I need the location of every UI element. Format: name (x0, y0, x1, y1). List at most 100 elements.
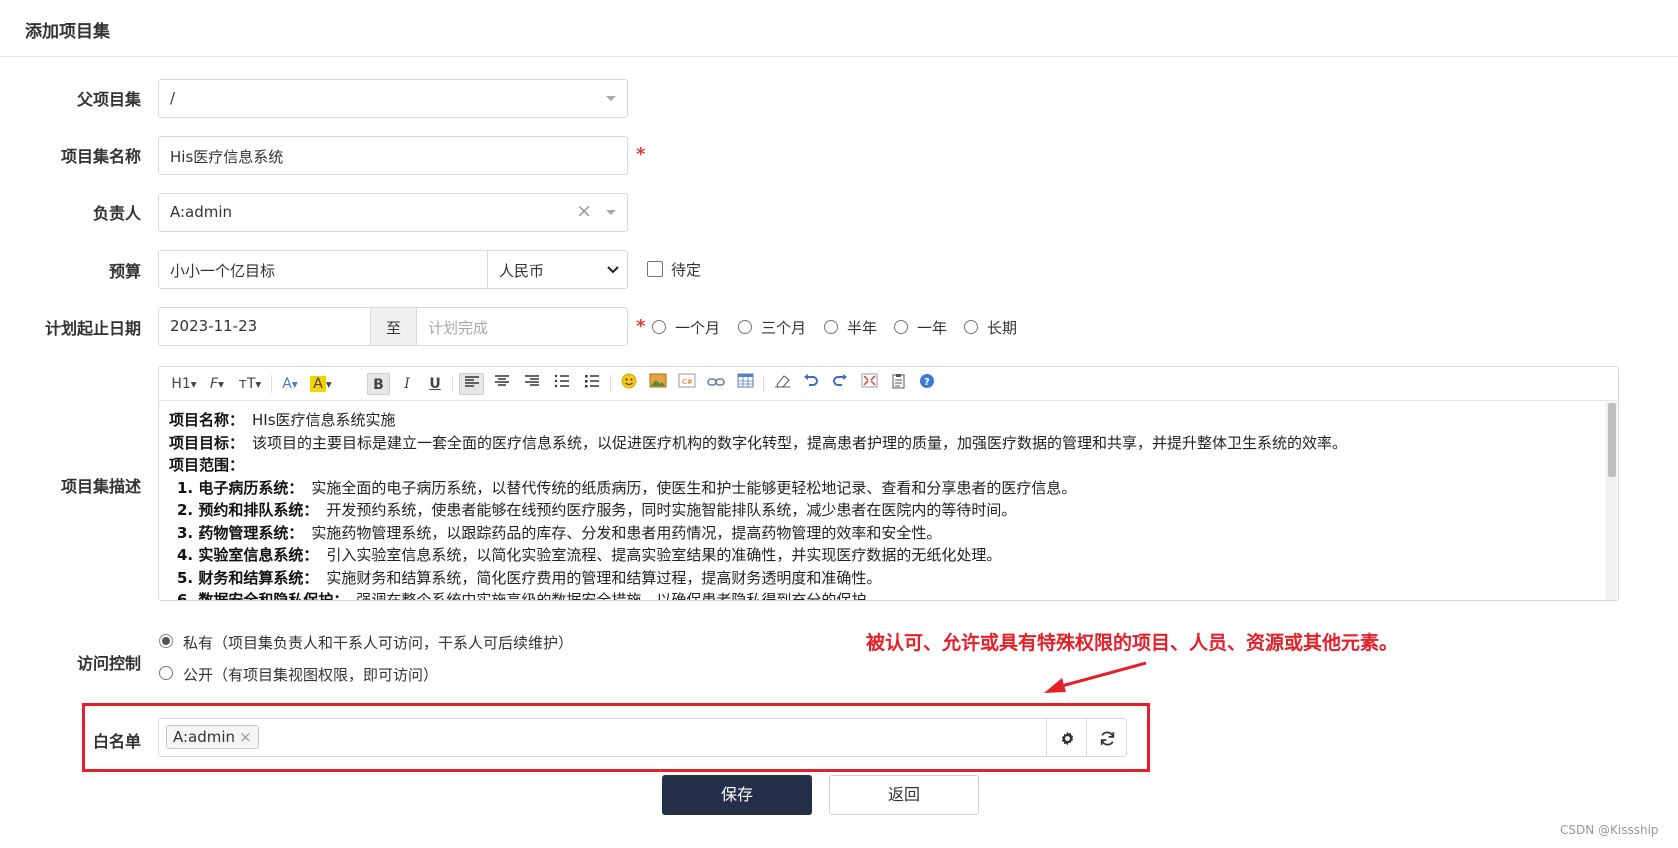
editor-line-text: 实施药物管理系统，以跟踪药品的库存、分发和患者用药情况，提高药物管理的效率和安全… (311, 523, 942, 542)
editor-line-text: 开发预约系统，使患者能够在线预约医疗服务，同时实施智能排队系统，减少患者在医院内… (326, 501, 1017, 519)
radio-three-months[interactable] (738, 320, 752, 334)
end-date-placeholder: 计划完成 (428, 319, 489, 337)
bold-button[interactable]: B (367, 373, 390, 395)
fullscreen-icon[interactable] (857, 373, 881, 395)
description-label: 项目集描述 (60, 477, 141, 496)
required-marker: * (636, 316, 646, 337)
option-one-year: 一年 (917, 319, 948, 337)
redo-icon[interactable] (828, 373, 852, 395)
chevron-down-icon (606, 96, 616, 101)
italic-button[interactable]: I (396, 373, 418, 395)
pending-checkbox[interactable] (647, 261, 663, 277)
font-size-button[interactable]: тT▾ (235, 373, 265, 395)
radio-half-year[interactable] (824, 320, 838, 334)
editor-line-key: 3. 药物管理系统： (177, 523, 304, 542)
tag-remove-icon[interactable]: × (239, 728, 252, 746)
watermark: CSDN @Kissship (1560, 823, 1659, 837)
radio-one-year[interactable] (894, 320, 908, 334)
option-three-months: 三个月 (761, 319, 807, 337)
settings-button[interactable] (1046, 718, 1087, 757)
undo-icon[interactable] (799, 373, 823, 395)
table-icon[interactable] (733, 373, 757, 395)
description-editor[interactable]: H1▾ F▾ тT▾ A▾ A ▾ B I U C# ? 项目名称： HIs医疗… (158, 366, 1619, 601)
option-half-year: 半年 (847, 319, 878, 337)
name-label: 项目集名称 (60, 147, 141, 166)
date-label: 计划起止日期 (44, 319, 141, 338)
unordered-list-icon[interactable] (579, 373, 604, 395)
editor-line: 5. 财务和结算系统： 实施财务和结算系统，简化医疗费用的管理和结算过程，提高财务… (169, 567, 1600, 590)
highlight-button[interactable]: A ▾ (307, 373, 335, 395)
start-date-input[interactable]: 2023-11-23 (158, 307, 371, 346)
radio-private[interactable] (159, 634, 173, 648)
svg-text:?: ? (924, 377, 930, 388)
ordered-list-icon[interactable] (549, 373, 574, 395)
editor-line-text: 该项目的主要目标是建立一套全面的医疗信息系统，以促进医疗机构的数字化转型，提高患… (252, 433, 1348, 452)
gear-icon (1061, 731, 1074, 746)
editor-line: 2. 预约和排队系统： 开发预约系统，使患者能够在线预约医疗服务，同时实施智能排队… (169, 499, 1600, 522)
whitelist-tag: A:admin × (166, 725, 259, 749)
image-icon[interactable] (646, 373, 670, 395)
editor-line-text: 强调在整个系统中实施高级的数据安全措施，以确保患者隐私得到充分的保护。 (356, 591, 882, 601)
option-private: 私有（项目集负责人和干系人可访问，干系人可后续维护） (183, 634, 574, 652)
editor-line-key: 2. 预约和排队系统： (177, 501, 319, 519)
eraser-icon[interactable] (770, 373, 794, 395)
toolbar-separator (452, 375, 453, 393)
owner-select[interactable]: A:admin × (158, 193, 628, 232)
editor-line-key: 1. 电子病历系统： (177, 478, 304, 497)
option-long-term: 长期 (987, 319, 1018, 337)
align-right-icon[interactable] (519, 373, 544, 395)
owner-label: 负责人 (92, 204, 141, 223)
page-title: 添加项目集 (25, 22, 110, 42)
save-button[interactable]: 保存 (662, 775, 812, 815)
clear-icon[interactable]: × (576, 200, 592, 222)
radio-long-term[interactable] (964, 320, 978, 334)
name-value: His医疗信息系统 (170, 148, 284, 166)
editor-line: 6. 数据安全和隐私保护： 强调在整个系统中实施高级的数据安全措施，以确保患者隐私… (169, 589, 1600, 601)
editor-line: 项目范围： (169, 454, 1600, 477)
whitelist-input[interactable] (158, 718, 1047, 757)
emoji-icon[interactable] (617, 373, 641, 395)
chevron-down-icon (606, 210, 616, 215)
name-input[interactable]: His医疗信息系统 (158, 136, 628, 175)
date-separator: 至 (370, 307, 417, 346)
parent-select[interactable]: / (158, 79, 628, 118)
editor-line: 4. 实验室信息系统： 引入实验室信息系统，以简化实验室流程、提高实验室结果的准确… (169, 544, 1600, 567)
radio-public[interactable] (159, 666, 173, 680)
currency-select[interactable]: 人民币 (487, 250, 628, 289)
align-center-icon[interactable] (489, 373, 514, 395)
editor-line-text: 实施全面的电子病历系统，以替代传统的纸质病历，使医生和护士能够更轻松地记录、查看… (311, 478, 1077, 497)
editor-line: 项目名称： HIs医疗信息系统实施 (169, 409, 1600, 432)
paste-icon[interactable] (886, 373, 910, 395)
refresh-button[interactable] (1086, 718, 1127, 757)
underline-button[interactable]: U (424, 373, 446, 395)
align-left-icon[interactable] (459, 373, 484, 395)
page-header: 添加项目集 (0, 0, 1678, 57)
chevron-down-icon (607, 266, 619, 274)
whitelist-tag-label: A:admin (173, 728, 236, 746)
required-marker: * (636, 144, 646, 165)
currency-value: 人民币 (499, 262, 545, 280)
end-date-input[interactable]: 计划完成 (416, 307, 628, 346)
help-icon[interactable]: ? (915, 373, 939, 395)
editor-content[interactable]: 项目名称： HIs医疗信息系统实施 项目目标： 该项目的主要目标是建立一套全面的医疗信… (169, 409, 1600, 601)
font-family-button[interactable]: F▾ (203, 373, 231, 395)
parent-label: 父项目集 (76, 90, 141, 109)
pending-label: 待定 (671, 261, 702, 279)
editor-line-key: 项目范围： (169, 456, 245, 474)
link-icon[interactable] (704, 373, 728, 395)
editor-line-text: 引入实验室信息系统，以简化实验室流程、提高实验室结果的准确性，并实现医疗数据的无… (326, 546, 1002, 564)
annotation-text: 被认可、允许或具有特殊权限的项目、人员、资源或其他元素。 (866, 632, 1399, 654)
editor-line: 3. 药物管理系统： 实施药物管理系统，以跟踪药品的库存、分发和患者用药情况，提高… (169, 522, 1600, 545)
editor-line-key: 6. 数据安全和隐私保护： (177, 591, 349, 601)
font-color-button[interactable]: A▾ (277, 373, 303, 395)
radio-one-month[interactable] (652, 320, 666, 334)
owner-value: A:admin (170, 203, 233, 221)
budget-label: 预算 (108, 262, 141, 281)
heading-button[interactable]: H1▾ (169, 373, 199, 395)
editor-scrollbar-thumb[interactable] (1608, 403, 1616, 477)
back-button[interactable]: 返回 (829, 775, 979, 815)
editor-line-key: 5. 财务和结算系统： (177, 568, 319, 587)
refresh-icon (1100, 731, 1115, 746)
code-icon[interactable]: C# (675, 373, 699, 395)
budget-input[interactable]: 小小一个亿目标 (158, 250, 488, 289)
